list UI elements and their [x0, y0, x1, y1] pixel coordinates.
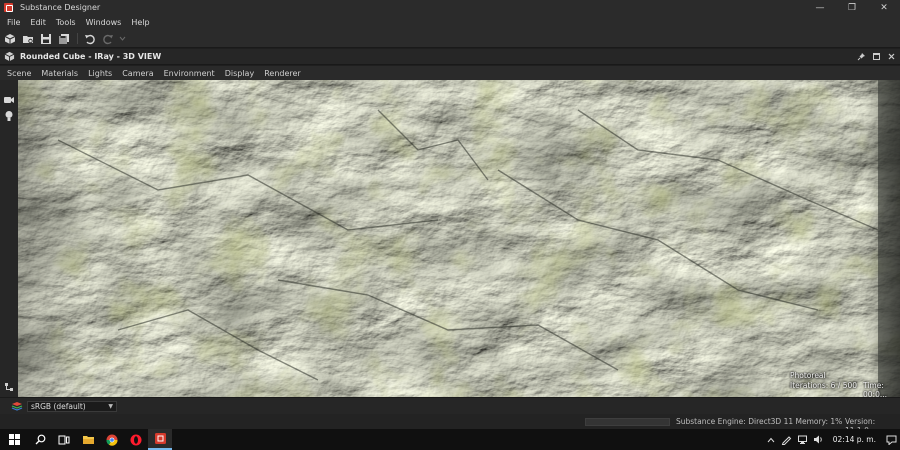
notification-icon[interactable]	[882, 429, 900, 450]
menu-help[interactable]: Help	[126, 18, 154, 27]
status-bar: Substance Engine: Direct3D 11 Memory: 1%…	[0, 414, 900, 435]
menu-file[interactable]: File	[2, 18, 25, 27]
view-menu-camera[interactable]: Camera	[117, 69, 158, 78]
light-bulb-icon[interactable]	[3, 110, 15, 122]
undo-icon[interactable]	[83, 32, 96, 45]
system-tray: 02:14 p. m.	[763, 429, 900, 450]
windows-taskbar: 02:14 p. m.	[0, 429, 900, 450]
panel-maximize-icon[interactable]	[871, 51, 881, 62]
minimize-button[interactable]: —	[804, 0, 836, 15]
substance-logo-icon	[4, 3, 13, 12]
engine-status: Substance Engine: Direct3D 11 Memory: 1%	[676, 417, 843, 426]
colorspace-select[interactable]: sRGB (default) ▼	[27, 400, 117, 412]
taskbar-clock[interactable]: 02:14 p. m.	[827, 435, 882, 444]
iterations-label: Iterations: 6 / 500	[790, 381, 858, 390]
colorspace-value: sRGB (default)	[31, 401, 86, 411]
main-toolbar	[0, 30, 900, 48]
time-label: Time: 00:0...	[863, 381, 887, 397]
opera-icon[interactable]	[124, 429, 148, 450]
chevron-down-icon: ▼	[108, 402, 113, 410]
title-bar: Substance Designer — ❐ ✕	[0, 0, 900, 15]
chevron-down-icon[interactable]	[119, 32, 126, 45]
network-icon[interactable]	[795, 429, 811, 450]
pin-icon[interactable]	[856, 51, 866, 62]
maximize-button[interactable]: ❐	[836, 0, 868, 15]
save-all-icon[interactable]	[57, 32, 70, 45]
new-package-icon[interactable]	[3, 32, 16, 45]
view-menu-materials[interactable]: Materials	[36, 69, 83, 78]
renderer-label: Photoreal	[790, 371, 826, 380]
cube-icon	[4, 51, 15, 62]
menu-bar: File Edit Tools Windows Help	[0, 15, 900, 30]
volume-icon[interactable]	[811, 429, 827, 450]
view-menu-scene[interactable]: Scene	[2, 69, 36, 78]
toolbar-separator	[77, 33, 78, 44]
view-menu-renderer[interactable]: Renderer	[259, 69, 306, 78]
close-button[interactable]: ✕	[868, 0, 900, 15]
panel-controls	[856, 51, 896, 62]
3d-view-panel-header: Rounded Cube - IRay - 3D VIEW	[0, 49, 900, 65]
substance-designer-taskbar-icon[interactable]	[148, 429, 172, 450]
colorspace-bar: sRGB (default) ▼	[0, 397, 900, 414]
view-menu-lights[interactable]: Lights	[83, 69, 117, 78]
search-icon[interactable]	[28, 429, 52, 450]
redo-icon[interactable]	[101, 32, 114, 45]
3d-view-menu: Scene Materials Lights Camera Environmen…	[0, 66, 900, 80]
save-icon[interactable]	[39, 32, 52, 45]
pen-icon[interactable]	[779, 429, 795, 450]
open-package-icon[interactable]	[21, 32, 34, 45]
color-layers-icon	[11, 402, 23, 411]
panel-title: Rounded Cube - IRay - 3D VIEW	[20, 52, 162, 61]
menu-edit[interactable]: Edit	[25, 18, 51, 27]
rock-material-render	[18, 80, 900, 397]
chevron-up-icon[interactable]	[763, 429, 779, 450]
windows-start-icon[interactable]	[0, 429, 28, 450]
camera-icon[interactable]	[3, 94, 15, 106]
view-menu-environment[interactable]: Environment	[159, 69, 220, 78]
file-explorer-icon[interactable]	[76, 429, 100, 450]
progress-bar	[585, 418, 670, 426]
menu-tools[interactable]: Tools	[51, 18, 81, 27]
panel-close-icon[interactable]	[886, 51, 896, 62]
menu-windows[interactable]: Windows	[81, 18, 127, 27]
chrome-icon[interactable]	[100, 429, 124, 450]
viewport-side-toolbar	[0, 80, 18, 397]
3d-viewport[interactable]: Photoreal Iterations: 6 / 500 Time: 00:0…	[18, 80, 900, 397]
view-menu-display[interactable]: Display	[220, 69, 260, 78]
window-controls: — ❐ ✕	[804, 0, 900, 15]
task-view-icon[interactable]	[52, 429, 76, 450]
hierarchy-icon[interactable]	[3, 381, 15, 393]
window-title: Substance Designer	[20, 3, 101, 12]
